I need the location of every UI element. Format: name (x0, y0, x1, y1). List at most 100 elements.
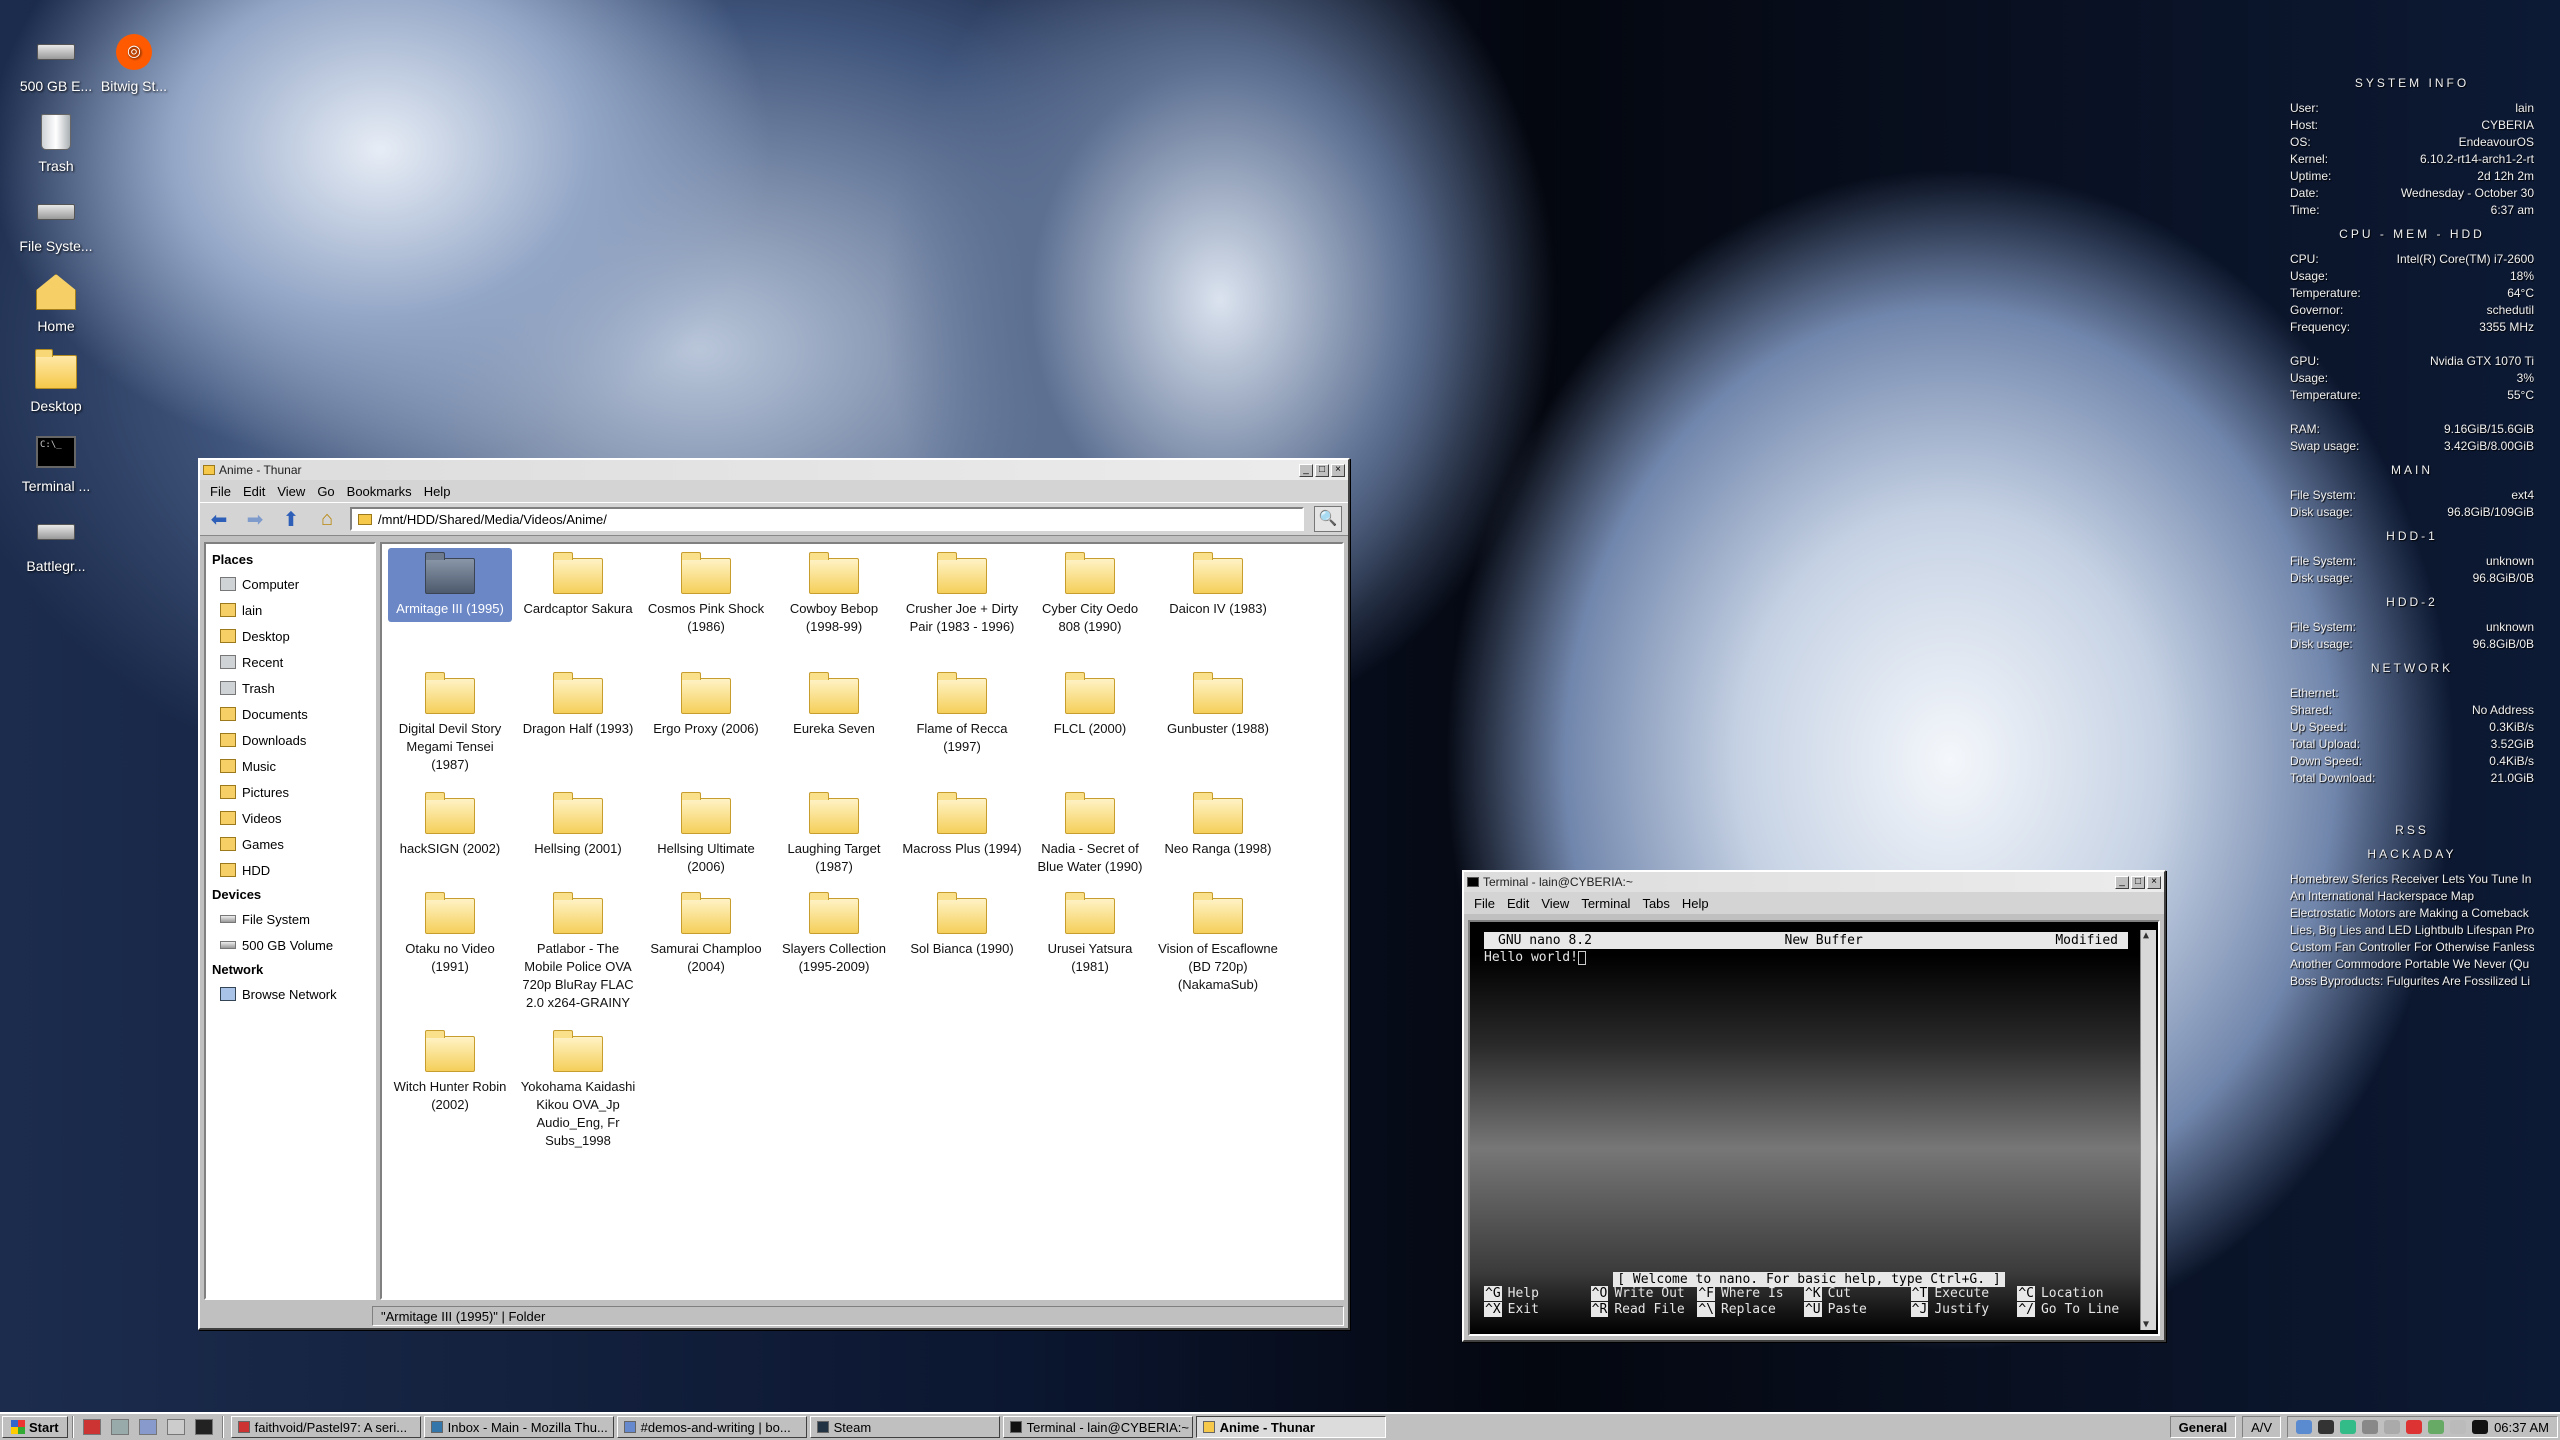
desktop-icon-desktop[interactable]: Desktop (10, 349, 102, 414)
maximize-button[interactable]: □ (2131, 875, 2145, 889)
rss-headline[interactable]: Homebrew Sferics Receiver Lets You Tune … (2290, 871, 2534, 888)
folder-item[interactable]: Vision of Escaflowne (BD 720p) (NakamaSu… (1156, 888, 1280, 998)
rss-headline[interactable]: An International Hackerspace Map (2290, 888, 2534, 905)
sidebar-item-pictures[interactable]: Pictures (212, 779, 368, 805)
sidebar-item-trash[interactable]: Trash (212, 675, 368, 701)
maximize-button[interactable]: □ (1315, 463, 1329, 477)
desktop-icon-trash[interactable]: Trash (10, 110, 102, 174)
folder-item[interactable]: hackSIGN (2002) (388, 788, 512, 862)
desktop-icon-bitwig[interactable]: ◎ Bitwig St... (88, 30, 180, 94)
close-button[interactable]: × (2147, 875, 2161, 889)
taskbar-task-button[interactable]: #demos-and-writing | bo... (616, 1416, 807, 1438)
battery-icon[interactable] (2428, 1420, 2445, 1434)
folder-item[interactable]: Witch Hunter Robin (2002) (388, 1026, 512, 1118)
minimize-button[interactable]: _ (2115, 875, 2129, 889)
start-button[interactable]: Start (2, 1416, 68, 1438)
folder-item[interactable]: Cosmos Pink Shock (1986) (644, 548, 768, 640)
folder-item[interactable]: Crusher Joe + Dirty Pair (1983 - 1996) (900, 548, 1024, 640)
folder-item[interactable]: Samurai Champloo (2004) (644, 888, 768, 980)
folder-item[interactable]: Hellsing Ultimate (2006) (644, 788, 768, 880)
folder-item[interactable]: Slayers Collection (1995-2009) (772, 888, 896, 980)
thunar-window[interactable]: Anime - Thunar _ □ × File Edit View Go B… (198, 458, 1350, 1330)
notification-icon[interactable] (2406, 1420, 2423, 1434)
app-icon[interactable] (2472, 1420, 2489, 1434)
search-icon[interactable]: 🔍 (1314, 506, 1342, 532)
menu-edit[interactable]: Edit (1501, 896, 1535, 911)
folder-item[interactable]: Digital Devil Story Megami Tensei (1987) (388, 668, 512, 778)
forward-arrow-icon[interactable]: ➡ (242, 506, 268, 532)
updates-icon[interactable] (2340, 1420, 2357, 1434)
network-icon[interactable] (2296, 1420, 2313, 1434)
sidebar-item-music[interactable]: Music (212, 753, 368, 779)
folder-item[interactable]: Armitage III (1995) (388, 548, 512, 622)
menu-terminal[interactable]: Terminal (1575, 896, 1636, 911)
quicklaunch-app-icon[interactable] (110, 1419, 129, 1435)
folder-item[interactable]: Dragon Half (1993) (516, 668, 640, 742)
folder-item[interactable]: Neo Ranga (1998) (1156, 788, 1280, 862)
menu-view[interactable]: View (271, 484, 311, 499)
folder-item[interactable]: Cowboy Bebop (1998-99) (772, 548, 896, 640)
thunar-titlebar[interactable]: Anime - Thunar _ □ × (200, 460, 1348, 480)
folder-item[interactable]: Flame of Recca (1997) (900, 668, 1024, 760)
folder-item[interactable]: Daicon IV (1983) (1156, 548, 1280, 622)
folder-item[interactable]: Laughing Target (1987) (772, 788, 896, 880)
taskbar-task-button[interactable]: Anime - Thunar (1195, 1416, 1386, 1438)
sidebar-item-hdd[interactable]: HDD (212, 857, 368, 883)
rss-headline[interactable]: Custom Fan Controller For Otherwise Fanl… (2290, 939, 2534, 956)
folder-item[interactable]: Otaku no Video (1991) (388, 888, 512, 980)
back-arrow-icon[interactable]: ⬅ (206, 506, 232, 532)
terminal-screen[interactable]: GNU nano 8.2 New Buffer Modified Hello w… (1468, 920, 2160, 1336)
folder-item[interactable]: Hellsing (2001) (516, 788, 640, 862)
sidebar-item-file-system[interactable]: File System (212, 906, 368, 932)
desktop-icon-terminal[interactable]: C:\_ Terminal ... (10, 430, 102, 494)
desktop-icon-home[interactable]: Home (10, 270, 102, 334)
desktop-icon-filesystem[interactable]: File Syste... (10, 190, 102, 254)
taskbar-task-button[interactable]: Inbox - Main - Mozilla Thu... (423, 1416, 614, 1438)
menu-file[interactable]: File (1468, 896, 1501, 911)
menu-file[interactable]: File (204, 484, 237, 499)
menu-help[interactable]: Help (418, 484, 457, 499)
menu-tabs[interactable]: Tabs (1636, 896, 1675, 911)
sidebar-item-desktop[interactable]: Desktop (212, 623, 368, 649)
quicklaunch-app-icon[interactable] (82, 1419, 101, 1435)
terminal-titlebar[interactable]: Terminal - lain@CYBERIA:~ _ □ × (1464, 872, 2164, 892)
home-icon[interactable]: ⌂ (314, 506, 340, 532)
clock[interactable]: 06:37 AM (2494, 1420, 2549, 1435)
menu-go[interactable]: Go (311, 484, 340, 499)
folder-item[interactable]: Patlabor - The Mobile Police OVA 720p Bl… (516, 888, 640, 1016)
bluetooth-icon[interactable] (2384, 1420, 2401, 1434)
folder-item[interactable]: Yokohama Kaidashi Kikou OVA_Jp Audio_Eng… (516, 1026, 640, 1154)
rss-headline[interactable]: Another Commodore Portable We Never (Qu (2290, 956, 2534, 973)
sidebar-item-documents[interactable]: Documents (212, 701, 368, 727)
folder-item[interactable]: Cardcaptor Sakura (516, 548, 640, 622)
folder-item[interactable]: Cyber City Oedo 808 (1990) (1028, 548, 1152, 640)
folder-item[interactable]: Ergo Proxy (2006) (644, 668, 768, 742)
clipboard-icon[interactable] (2362, 1420, 2379, 1434)
menu-view[interactable]: View (1535, 896, 1575, 911)
quicklaunch-app-icon[interactable] (138, 1419, 157, 1435)
folder-item[interactable]: FLCL (2000) (1028, 668, 1152, 742)
rss-headline[interactable]: Lies, Big Lies and LED Lightbulb Lifespa… (2290, 922, 2534, 939)
minimize-button[interactable]: _ (1299, 463, 1313, 477)
keyboard-layout[interactable]: General (2169, 1416, 2237, 1438)
folder-item[interactable]: Eureka Seven (772, 668, 896, 742)
menu-bookmarks[interactable]: Bookmarks (341, 484, 418, 499)
sidebar-item-computer[interactable]: Computer (212, 571, 368, 597)
taskbar-task-button[interactable]: faithvoid/Pastel97: A seri... (230, 1416, 421, 1438)
close-button[interactable]: × (1331, 463, 1345, 477)
file-view[interactable]: Armitage III (1995) Cardcaptor Sakura Cosm… (380, 542, 1344, 1300)
sidebar-item-videos[interactable]: Videos (212, 805, 368, 831)
sidebar-item-browse-network[interactable]: Browse Network (212, 981, 368, 1007)
taskbar-task-button[interactable]: Terminal - lain@CYBERIA:~ (1002, 1416, 1193, 1438)
location-bar[interactable]: /mnt/HDD/Shared/Media/Videos/Anime/ (350, 507, 1304, 531)
folder-item[interactable]: Nadia - Secret of Blue Water (1990) (1028, 788, 1152, 880)
terminal-scrollbar[interactable] (2140, 930, 2156, 1330)
folder-item[interactable]: Macross Plus (1994) (900, 788, 1024, 862)
menu-help[interactable]: Help (1676, 896, 1715, 911)
up-arrow-icon[interactable]: ⬆ (278, 506, 304, 532)
volume-icon[interactable] (2450, 1420, 2467, 1434)
sidebar-item-downloads[interactable]: Downloads (212, 727, 368, 753)
folder-item[interactable]: Gunbuster (1988) (1156, 668, 1280, 742)
terminal-window[interactable]: Terminal - lain@CYBERIA:~ _ □ × File Edi… (1462, 870, 2166, 1342)
rss-headline[interactable]: Boss Byproducts: Fulgurites Are Fossiliz… (2290, 973, 2534, 990)
